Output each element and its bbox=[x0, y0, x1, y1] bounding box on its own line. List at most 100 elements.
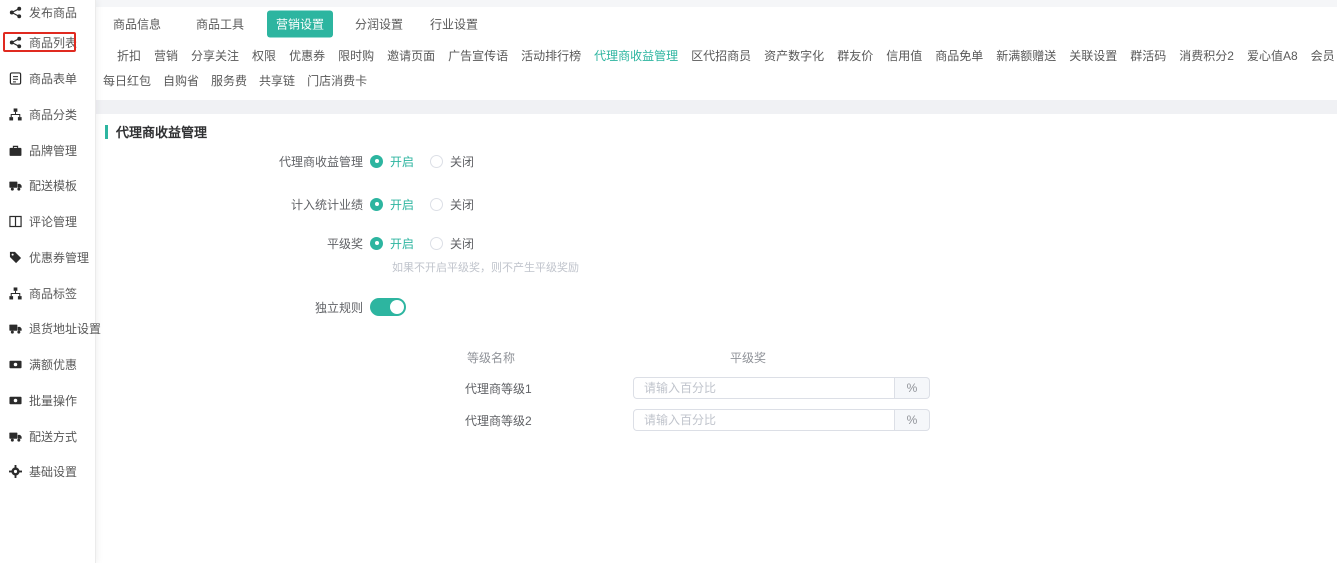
radio-label: 关闭 bbox=[450, 196, 474, 213]
secondary-tab-14[interactable]: 信用值 bbox=[886, 47, 922, 64]
radio-option[interactable]: 开启 bbox=[370, 235, 414, 252]
secondary-tab-3[interactable]: 分享关注 bbox=[191, 47, 239, 64]
tertiary-tab-bar: 每日红包自购省服务费共享链门店消费卡 bbox=[95, 68, 1337, 92]
sidebar-item-14[interactable]: 基础设置 bbox=[0, 454, 95, 490]
table-column-header-1: 等级名称 bbox=[467, 349, 515, 366]
secondary-tab-5[interactable]: 优惠券 bbox=[289, 47, 325, 64]
toggle-knob-icon bbox=[390, 300, 404, 314]
sidebar-item-1[interactable]: 发布商品 bbox=[0, 0, 95, 25]
primary-tab-3[interactable]: 营销设置 bbox=[267, 11, 333, 38]
percent-input[interactable] bbox=[633, 377, 895, 399]
sitemap-icon bbox=[9, 287, 22, 300]
sidebar-item-4[interactable]: 商品分类 bbox=[0, 97, 95, 133]
secondary-tab-16[interactable]: 新满额赠送 bbox=[996, 47, 1056, 64]
primary-tab-2[interactable]: 商品工具 bbox=[196, 16, 244, 33]
secondary-tab-10[interactable]: 代理商收益管理 bbox=[594, 47, 678, 64]
independent-rule-toggle[interactable] bbox=[370, 298, 406, 316]
table-row: % bbox=[633, 377, 930, 399]
sidebar-item-10[interactable]: 退货地址设置 bbox=[0, 311, 95, 347]
table-row: % bbox=[633, 409, 930, 431]
radio-label: 关闭 bbox=[450, 153, 474, 170]
sidebar-item-label: 配送模板 bbox=[29, 177, 77, 194]
secondary-tab-4[interactable]: 权限 bbox=[252, 47, 276, 64]
sidebar-item-8[interactable]: 优惠券管理 bbox=[0, 240, 95, 276]
sidebar-item-13[interactable]: 配送方式 bbox=[0, 418, 95, 454]
table-row-label: 代理商等级2 bbox=[465, 412, 532, 429]
radio-dot-icon bbox=[430, 198, 443, 211]
main-area: 商品信息 商品工具 营销设置 分润设置 行业设置 折扣营销分享关注权限优惠券限时购邀请页… bbox=[95, 0, 1337, 563]
briefcase-icon bbox=[9, 144, 22, 157]
radio-option[interactable]: 开启 bbox=[370, 153, 414, 170]
sidebar-item-label: 配送方式 bbox=[29, 428, 77, 445]
radio-dot-icon bbox=[370, 237, 383, 250]
radio-option[interactable]: 关闭 bbox=[430, 235, 474, 252]
table-row-label: 代理商等级1 bbox=[465, 380, 532, 397]
radio-label: 开启 bbox=[390, 196, 414, 213]
primary-tab-4[interactable]: 分润设置 bbox=[355, 16, 403, 33]
radio-dot-icon bbox=[370, 198, 383, 211]
sidebar: 发布商品商品列表商品表单商品分类品牌管理配送模板评论管理优惠券管理商品标签退货地… bbox=[0, 0, 96, 563]
sidebar-item-12[interactable]: 批量操作 bbox=[0, 383, 95, 419]
secondary-tab-19[interactable]: 消费积分2 bbox=[1179, 47, 1234, 64]
primary-tab-1[interactable]: 商品信息 bbox=[113, 16, 161, 33]
tertiary-tab-1[interactable]: 每日红包 bbox=[103, 72, 151, 89]
sidebar-item-label: 满额优惠 bbox=[29, 356, 77, 373]
primary-tab-5[interactable]: 行业设置 bbox=[430, 16, 478, 33]
sidebar-item-2[interactable]: 商品列表 bbox=[0, 25, 95, 61]
sidebar-item-label: 品牌管理 bbox=[29, 142, 77, 159]
secondary-tab-11[interactable]: 区代招商员 bbox=[691, 47, 751, 64]
sidebar-item-11[interactable]: 满额优惠 bbox=[0, 347, 95, 383]
radio-option[interactable]: 关闭 bbox=[430, 196, 474, 213]
secondary-tab-20[interactable]: 爱心值A8 bbox=[1247, 47, 1298, 64]
field-label: 计入统计业绩 bbox=[163, 196, 363, 213]
separator-band bbox=[95, 100, 1337, 114]
form-row-1: 代理商收益管理开启 关闭 bbox=[163, 150, 474, 172]
share-icon bbox=[9, 36, 22, 49]
tertiary-tab-2[interactable]: 自购省 bbox=[163, 72, 199, 89]
radio-dot-icon bbox=[430, 237, 443, 250]
radio-option[interactable]: 开启 bbox=[370, 196, 414, 213]
secondary-tab-7[interactable]: 邀请页面 bbox=[387, 47, 435, 64]
sidebar-item-7[interactable]: 评论管理 bbox=[0, 204, 95, 240]
radio-group: 开启 关闭 bbox=[370, 196, 474, 213]
section-title: 代理商收益管理 bbox=[116, 122, 207, 141]
secondary-tab-21[interactable]: 会员 bbox=[1311, 47, 1335, 64]
coupon-icon bbox=[9, 358, 22, 371]
sidebar-item-6[interactable]: 配送模板 bbox=[0, 168, 95, 204]
secondary-tab-1[interactable]: 折扣 bbox=[117, 47, 141, 64]
secondary-tab-12[interactable]: 资产数字化 bbox=[764, 47, 824, 64]
secondary-tab-8[interactable]: 广告宣传语 bbox=[448, 47, 508, 64]
tertiary-tab-5[interactable]: 门店消费卡 bbox=[307, 72, 367, 89]
radio-option[interactable]: 关闭 bbox=[430, 153, 474, 170]
field-label: 代理商收益管理 bbox=[163, 153, 363, 170]
radio-label: 开启 bbox=[390, 235, 414, 252]
radio-label: 关闭 bbox=[450, 235, 474, 252]
field-label: 独立规则 bbox=[163, 299, 363, 316]
sidebar-item-label: 商品列表 bbox=[29, 34, 77, 51]
percent-suffix: % bbox=[895, 377, 930, 399]
share-icon bbox=[9, 6, 22, 19]
truck-icon bbox=[9, 430, 22, 443]
secondary-tab-9[interactable]: 活动排行榜 bbox=[521, 47, 581, 64]
sidebar-item-label: 评论管理 bbox=[29, 213, 77, 230]
tertiary-tab-3[interactable]: 服务费 bbox=[211, 72, 247, 89]
sitemap-icon bbox=[9, 108, 22, 121]
secondary-tab-15[interactable]: 商品免单 bbox=[935, 47, 983, 64]
tertiary-tab-4[interactable]: 共享链 bbox=[259, 72, 295, 89]
sidebar-item-3[interactable]: 商品表单 bbox=[0, 61, 95, 97]
percent-input[interactable] bbox=[633, 409, 895, 431]
radio-dot-icon bbox=[370, 155, 383, 168]
sidebar-item-label: 发布商品 bbox=[29, 4, 77, 21]
tags-icon bbox=[9, 251, 22, 264]
secondary-tab-17[interactable]: 关联设置 bbox=[1069, 47, 1117, 64]
sidebar-item-5[interactable]: 品牌管理 bbox=[0, 132, 95, 168]
sidebar-item-label: 优惠券管理 bbox=[29, 249, 89, 266]
top-strip bbox=[95, 0, 1337, 7]
sidebar-item-label: 基础设置 bbox=[29, 463, 77, 480]
secondary-tab-2[interactable]: 营销 bbox=[154, 47, 178, 64]
percent-suffix: % bbox=[895, 409, 930, 431]
sidebar-item-9[interactable]: 商品标签 bbox=[0, 275, 95, 311]
secondary-tab-6[interactable]: 限时购 bbox=[338, 47, 374, 64]
secondary-tab-18[interactable]: 群活码 bbox=[1130, 47, 1166, 64]
secondary-tab-13[interactable]: 群友价 bbox=[837, 47, 873, 64]
